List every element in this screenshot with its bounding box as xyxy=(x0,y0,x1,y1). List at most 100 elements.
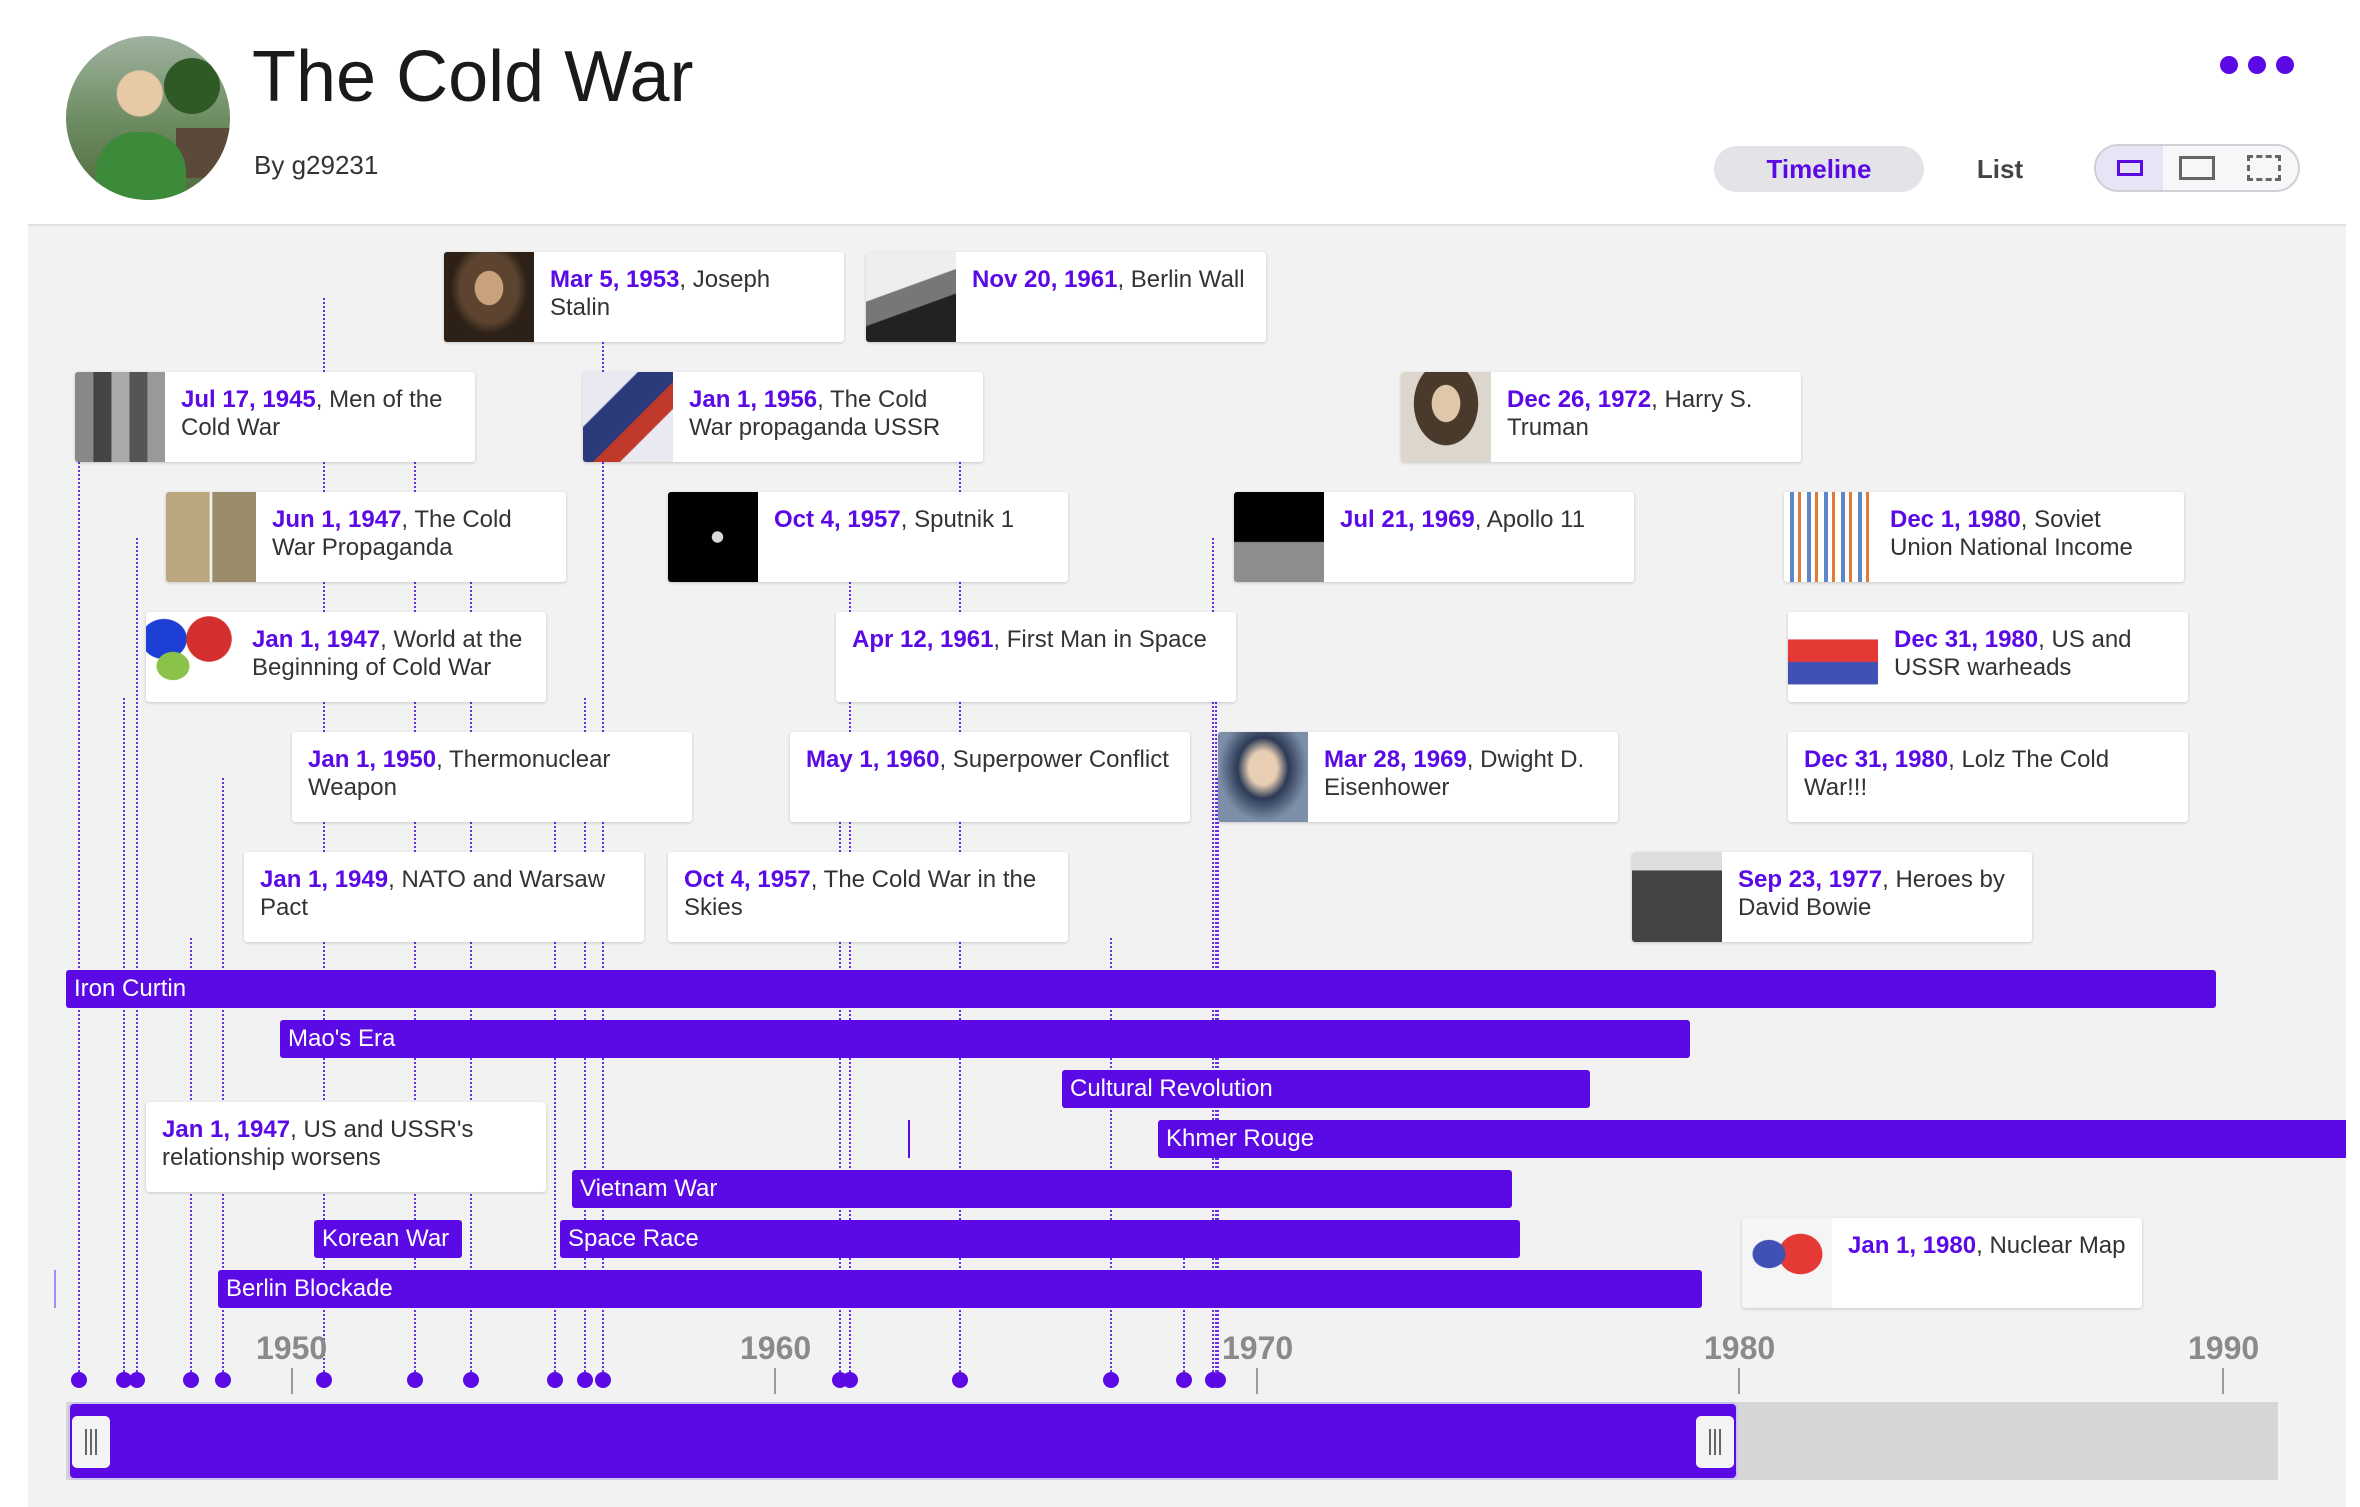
bowie-photo-icon xyxy=(1632,852,1722,942)
event-date: Dec 26, 1972 xyxy=(1507,386,1652,413)
author-avatar[interactable] xyxy=(66,36,230,200)
more-options-icon[interactable] xyxy=(2220,56,2300,78)
view-large-button[interactable] xyxy=(2163,146,2230,190)
author-byline[interactable]: By g29231 xyxy=(254,150,378,181)
event-date: Dec 31, 1980 xyxy=(1894,626,2039,653)
span-bar[interactable]: Cultural Revolution xyxy=(1062,1070,1590,1108)
event-text: Jan 1, 1947, US and USSR's relationship … xyxy=(146,1102,546,1192)
event-title: , First Man in Space xyxy=(993,626,1207,653)
stalin-photo-icon xyxy=(444,252,534,342)
timeline-canvas[interactable]: Mar 5, 1953, Joseph Stalin Nov 20, 1961,… xyxy=(28,224,2346,1507)
event-card[interactable]: Mar 28, 1969, Dwight D. Eisenhower xyxy=(1218,732,1618,822)
event-dot[interactable] xyxy=(577,1372,593,1388)
event-title: , Sputnik 1 xyxy=(900,506,1015,533)
avatar-shirt xyxy=(96,132,186,200)
fullscreen-button[interactable] xyxy=(2231,146,2298,190)
event-date: Jan 1, 1947 xyxy=(162,1116,291,1143)
event-dot[interactable] xyxy=(316,1372,332,1388)
event-date: May 1, 1960 xyxy=(806,746,940,773)
event-card[interactable]: Nov 20, 1961, Berlin Wall xyxy=(866,252,1266,342)
event-dot[interactable] xyxy=(952,1372,968,1388)
event-text: Jan 1, 1980, Nuclear Map xyxy=(1832,1218,2140,1308)
event-dot[interactable] xyxy=(1210,1372,1226,1388)
span-bar[interactable]: Berlin Blockade xyxy=(218,1270,1702,1308)
event-text: Jul 21, 1969, Apollo 11 xyxy=(1324,492,1599,582)
axis-tick xyxy=(2222,1368,2224,1394)
event-dot[interactable] xyxy=(1103,1372,1119,1388)
axis-tick-label: 1970 xyxy=(1222,1330,1294,1366)
span-bar[interactable]: Korean War xyxy=(314,1220,462,1258)
event-text: Sep 23, 1977, Heroes by David Bowie xyxy=(1722,852,2032,942)
event-card[interactable]: Dec 31, 1980, Lolz The Cold War!!! xyxy=(1788,732,2188,822)
scroller-left-handle[interactable] xyxy=(72,1416,110,1468)
propaganda-poster-icon xyxy=(583,372,673,462)
span-bar[interactable]: Mao's Era xyxy=(280,1020,1690,1058)
event-card[interactable]: May 1, 1960, Superpower Conflict xyxy=(790,732,1190,822)
event-card[interactable]: Jul 17, 1945, Men of the Cold War xyxy=(75,372,475,462)
small-view-icon xyxy=(2116,160,2143,176)
event-text: May 1, 1960, Superpower Conflict xyxy=(790,732,1183,822)
event-card[interactable]: Sep 23, 1977, Heroes by David Bowie xyxy=(1632,852,2032,942)
event-card[interactable]: Jan 1, 1980, Nuclear Map xyxy=(1742,1218,2142,1308)
event-connector xyxy=(78,378,80,1380)
event-dot[interactable] xyxy=(842,1372,858,1388)
event-card[interactable]: Jan 1, 1947, US and USSR's relationship … xyxy=(146,1102,546,1192)
tab-list[interactable]: List xyxy=(1940,146,2060,192)
event-card[interactable]: Mar 5, 1953, Joseph Stalin xyxy=(444,252,844,342)
span-marker xyxy=(54,1270,56,1308)
axis-tick xyxy=(1256,1368,1258,1394)
event-title: , Nuclear Map xyxy=(1976,1232,2126,1259)
truman-photo-icon xyxy=(1401,372,1491,462)
event-card[interactable]: Apr 12, 1961, First Man in Space xyxy=(836,612,1236,702)
event-date: Jan 1, 1950 xyxy=(308,746,437,773)
event-text: Dec 1, 1980, Soviet Union National Incom… xyxy=(1874,492,2184,582)
span-bar[interactable]: Iron Curtin xyxy=(66,970,2216,1008)
event-date: Oct 4, 1957 xyxy=(774,506,901,533)
page-title: The Cold War xyxy=(252,37,694,117)
view-small-button[interactable] xyxy=(2096,146,2164,190)
timeline-app: { "header": { "title": "The Cold War", "… xyxy=(0,0,2360,1507)
event-card[interactable]: Oct 4, 1957, The Cold War in the Skies xyxy=(668,852,1068,942)
event-card[interactable]: Jan 1, 1947, World at the Beginning of C… xyxy=(146,612,546,702)
event-card[interactable]: Jul 21, 1969, Apollo 11 xyxy=(1234,492,1634,582)
event-dot[interactable] xyxy=(1176,1372,1192,1388)
event-connector xyxy=(136,538,138,1380)
event-dot[interactable] xyxy=(215,1372,231,1388)
span-bar[interactable]: Khmer Rouge xyxy=(1158,1120,2346,1158)
axis-tick-label: 1950 xyxy=(256,1330,328,1366)
axis-tick-label: 1960 xyxy=(740,1330,812,1366)
event-card[interactable]: Jan 1, 1950, Thermonuclear Weapon xyxy=(292,732,692,822)
event-date: Dec 31, 1980 xyxy=(1804,746,1949,773)
span-bar[interactable]: Vietnam War xyxy=(572,1170,1512,1208)
eisenhower-photo-icon xyxy=(1218,732,1308,822)
event-card[interactable]: Oct 4, 1957, Sputnik 1 xyxy=(668,492,1068,582)
timeline-scroller-selection[interactable] xyxy=(68,1402,1738,1480)
event-text: Dec 31, 1980, Lolz The Cold War!!! xyxy=(1788,732,2188,822)
men-photo-icon xyxy=(75,372,165,462)
event-dot[interactable] xyxy=(463,1372,479,1388)
event-dot[interactable] xyxy=(71,1372,87,1388)
event-text: Jul 17, 1945, Men of the Cold War xyxy=(165,372,475,462)
event-date: Mar 28, 1969 xyxy=(1324,746,1467,773)
event-text: Jan 1, 1949, NATO and Warsaw Pact xyxy=(244,852,644,942)
axis-tick-label: 1990 xyxy=(2188,1330,2260,1366)
scroller-right-handle[interactable] xyxy=(1696,1416,1734,1468)
event-dot[interactable] xyxy=(547,1372,563,1388)
event-connector xyxy=(123,698,125,1380)
axis-tick xyxy=(774,1368,776,1394)
event-card[interactable]: Dec 26, 1972, Harry S. Truman xyxy=(1401,372,1801,462)
event-card[interactable]: Jan 1, 1956, The Cold War propaganda USS… xyxy=(583,372,983,462)
event-card[interactable]: Jan 1, 1949, NATO and Warsaw Pact xyxy=(244,852,644,942)
span-bar[interactable]: Space Race xyxy=(560,1220,1520,1258)
event-dot[interactable] xyxy=(183,1372,199,1388)
event-dot[interactable] xyxy=(129,1372,145,1388)
event-card[interactable]: Dec 1, 1980, Soviet Union National Incom… xyxy=(1784,492,2184,582)
event-card[interactable]: Jun 1, 1947, The Cold War Propaganda xyxy=(166,492,566,582)
span-marker xyxy=(908,1120,910,1158)
tab-timeline[interactable]: Timeline xyxy=(1714,146,1924,192)
sputnik-photo-icon xyxy=(668,492,758,582)
event-text: Apr 12, 1961, First Man in Space xyxy=(836,612,1221,702)
event-dot[interactable] xyxy=(407,1372,423,1388)
event-dot[interactable] xyxy=(595,1372,611,1388)
event-card[interactable]: Dec 31, 1980, US and USSR warheads xyxy=(1788,612,2188,702)
